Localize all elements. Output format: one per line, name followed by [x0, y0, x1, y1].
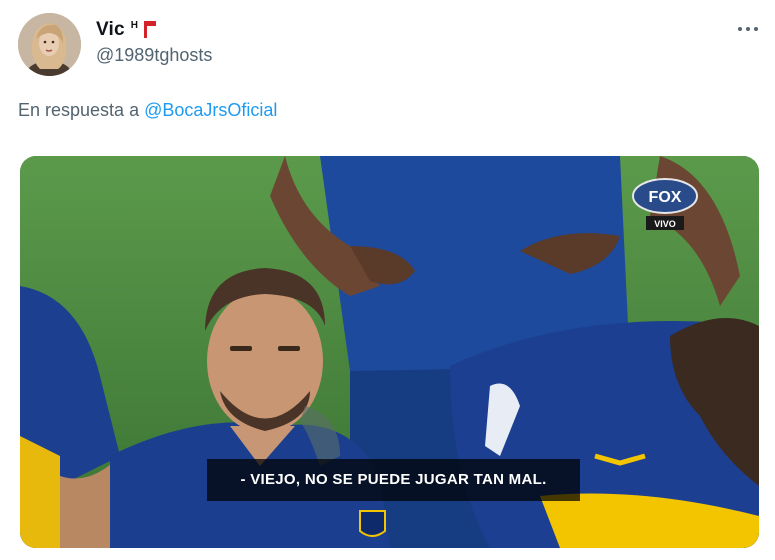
tweet-media-image[interactable]: FOX VIVO - VIEJO, NO SE PUEDE JUGAR TAN … — [20, 156, 759, 548]
display-name[interactable]: Vic — [96, 19, 125, 41]
more-horizontal-icon[interactable] — [736, 22, 760, 36]
reply-mention-link[interactable]: @BocaJrsOficial — [144, 100, 277, 120]
video-subtitle: - VIEJO, NO SE PUEDE JUGAR TAN MAL. — [240, 471, 547, 488]
user-info[interactable]: Vic H @1989tghosts — [96, 19, 212, 66]
broadcaster-tag: VIVO — [654, 219, 676, 229]
reply-prefix: En respuesta a — [18, 100, 140, 120]
avatar[interactable] — [18, 13, 81, 76]
flag-icon — [144, 21, 157, 38]
broadcaster-logo-text: FOX — [649, 189, 682, 206]
name-superscript: H — [130, 19, 139, 31]
user-handle[interactable]: @1989tghosts — [96, 45, 212, 66]
profile-photo-avatar — [18, 13, 81, 76]
tweet-card: Vic H @1989tghosts En respuesta a @BocaJ… — [0, 0, 775, 560]
reply-context: En respuesta a @BocaJrsOficial — [18, 100, 277, 121]
